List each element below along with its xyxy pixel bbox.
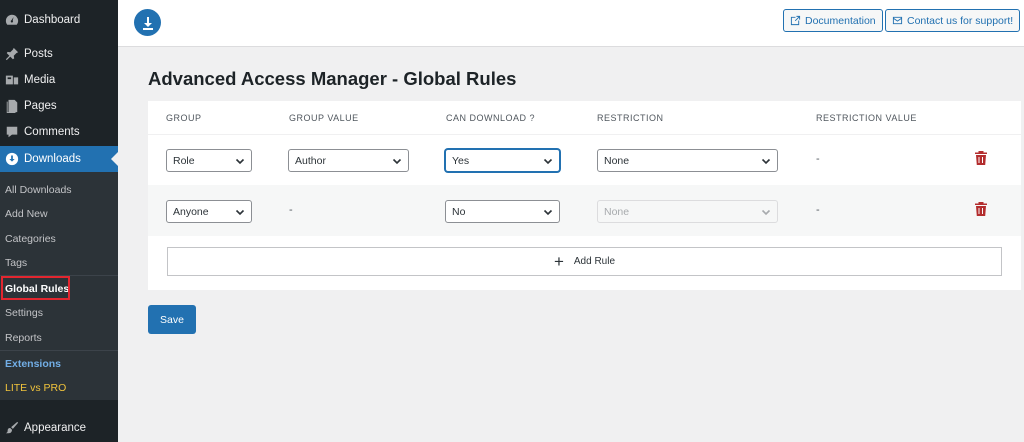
submenu-item-categories[interactable]: Categories (0, 227, 118, 251)
admin-sidebar: Dashboard Posts Media Pages Comments Dow… (0, 0, 118, 442)
trash-icon[interactable] (974, 150, 988, 166)
plugin-header: Documentation Contact us for support! (118, 0, 1024, 47)
chevron-down-icon (235, 156, 245, 166)
highlight-annotation (1, 276, 70, 300)
group-value: - (289, 204, 293, 216)
mail-icon (892, 16, 903, 25)
documentation-button[interactable]: Documentation (783, 9, 883, 32)
menu-label: Downloads (24, 153, 81, 165)
restriction-select[interactable]: None (597, 149, 778, 172)
support-label: Contact us for support! (907, 14, 1014, 27)
menu-item-appearance[interactable]: Appearance (0, 415, 118, 441)
save-button[interactable]: Save (148, 305, 196, 334)
add-rule-button[interactable]: + Add Rule (167, 247, 1002, 276)
menu-label: Pages (24, 100, 57, 112)
external-link-icon (790, 15, 801, 26)
table-row (148, 134, 1021, 185)
submenu-item-extensions[interactable]: Extensions (0, 352, 118, 376)
menu-item-posts[interactable]: Posts (0, 41, 118, 67)
column-header-can-download: CAN DOWNLOAD ? (446, 113, 536, 123)
restriction-value: - (816, 204, 820, 216)
trash-icon[interactable] (974, 201, 988, 217)
add-rule-label: Add Rule (573, 256, 616, 267)
submenu-item-reports[interactable]: Reports (0, 326, 118, 350)
contact-support-button[interactable]: Contact us for support! (885, 9, 1021, 32)
restriction-select-value: None (604, 154, 630, 167)
paintbrush-icon (4, 420, 20, 436)
menu-item-comments[interactable]: Comments (0, 119, 118, 145)
download-icon (134, 9, 161, 36)
can-download-select-value: Yes (452, 154, 470, 167)
can-download-select[interactable]: No (445, 200, 560, 223)
media-icon (4, 72, 20, 88)
menu-item-pages[interactable]: Pages (0, 93, 118, 119)
column-header-restriction-value: RESTRICTION VALUE (816, 113, 917, 123)
submenu-item-settings[interactable]: Settings (0, 301, 118, 325)
chevron-down-icon (543, 156, 553, 166)
group-value-select-value: Author (295, 154, 326, 167)
restriction-select: None (597, 200, 778, 223)
menu-label: Comments (24, 126, 80, 138)
restriction-value: - (816, 153, 820, 165)
menu-label: Appearance (24, 422, 87, 434)
page-title: Advanced Access Manager - Global Rules (148, 68, 517, 89)
chevron-down-icon (543, 207, 553, 217)
column-header-group-value: GROUP VALUE (289, 113, 359, 123)
download-icon (4, 151, 20, 167)
documentation-label: Documentation (805, 14, 876, 27)
group-select-value: Anyone (173, 205, 209, 218)
group-select[interactable]: Role (166, 149, 252, 172)
submenu-divider (0, 350, 118, 351)
menu-item-media[interactable]: Media (0, 67, 118, 93)
comments-icon (4, 124, 20, 140)
table-row (148, 185, 1021, 236)
menu-item-downloads[interactable]: Downloads (0, 146, 118, 172)
group-select[interactable]: Anyone (166, 200, 252, 223)
menu-label: Media (24, 74, 56, 86)
menu-label: Posts (24, 48, 53, 60)
can-download-select[interactable]: Yes (445, 149, 560, 172)
submenu-item-lite-vs-pro[interactable]: LITE vs PRO (0, 376, 118, 400)
restriction-select-value: None (604, 205, 630, 218)
dashboard-icon (4, 12, 20, 28)
menu-item-dashboard[interactable]: Dashboard (0, 7, 118, 33)
chevron-down-icon (761, 156, 771, 166)
chevron-down-icon (235, 207, 245, 217)
can-download-select-value: No (452, 205, 466, 218)
submenu-item-add-new[interactable]: Add New (0, 202, 118, 226)
menu-label: Dashboard (24, 14, 81, 26)
plus-icon: + (553, 252, 564, 271)
chevron-down-icon (761, 207, 771, 217)
group-value-select[interactable]: Author (288, 149, 409, 172)
pin-icon (4, 46, 20, 62)
chevron-down-icon (392, 156, 402, 166)
submenu-item-all-downloads[interactable]: All Downloads (0, 178, 118, 202)
column-header-restriction: RESTRICTION (597, 113, 664, 123)
pages-icon (4, 98, 20, 114)
group-select-value: Role (173, 154, 195, 167)
submenu-item-tags[interactable]: Tags (0, 251, 118, 275)
column-header-group: GROUP (166, 113, 202, 123)
